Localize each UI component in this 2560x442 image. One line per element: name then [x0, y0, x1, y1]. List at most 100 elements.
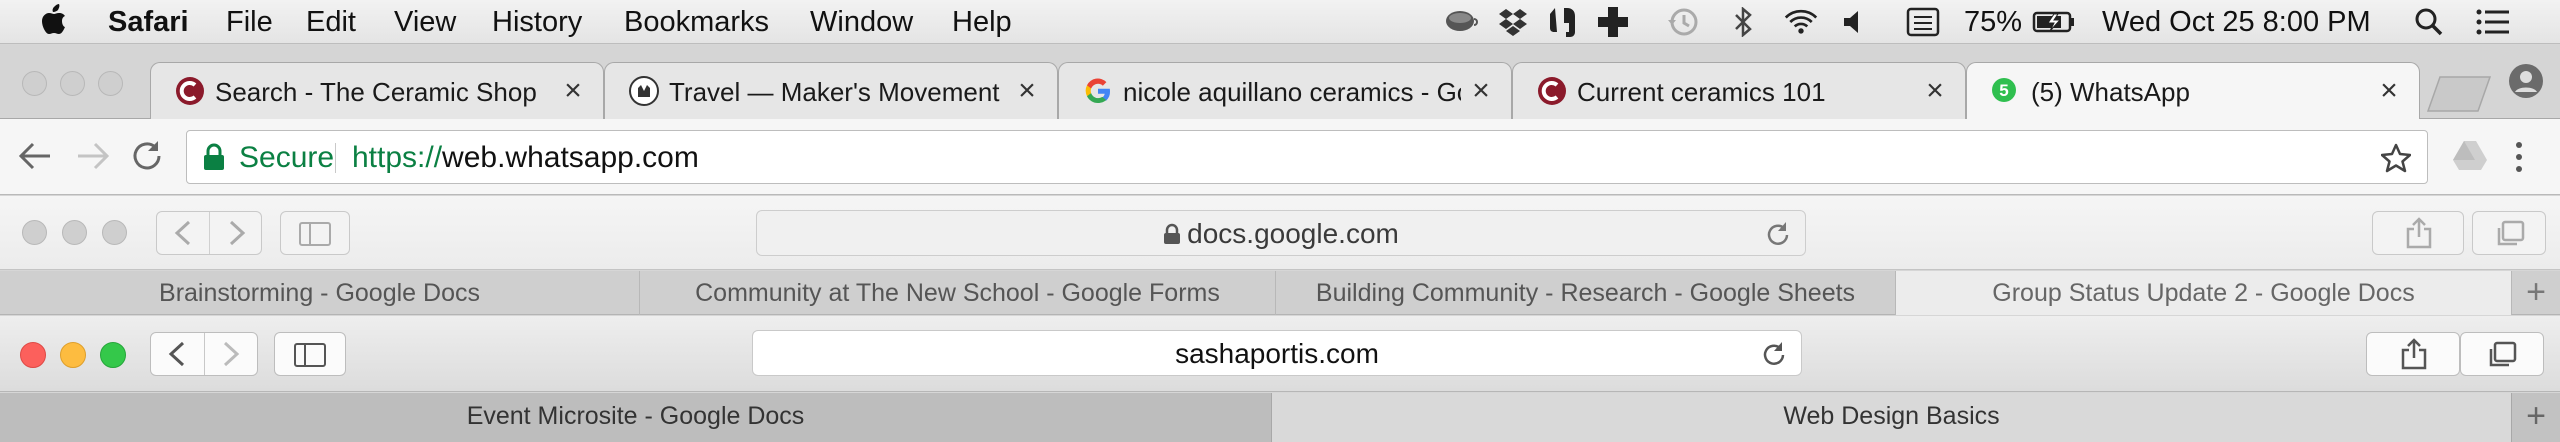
share-icon [2400, 338, 2428, 370]
ceramic-shop-icon [175, 76, 205, 106]
menu-window[interactable]: Window [810, 5, 913, 39]
back-chevron-icon[interactable] [173, 220, 193, 246]
safari-front-tab-bar: Event Microsite - Google Docs Web Design… [0, 393, 2560, 442]
safari-tab-active[interactable]: Group Status Update 2 - Google Docs [1896, 271, 2512, 315]
time-machine-icon[interactable] [1666, 6, 1700, 38]
new-tab-plus-icon[interactable]: + [2512, 395, 2560, 439]
safari-tab[interactable]: Brainstorming - Google Docs [0, 271, 640, 315]
nav-divider [209, 212, 210, 254]
chrome-tab-title: Travel — Maker's Movement [669, 77, 1000, 107]
new-tab-plus-icon[interactable]: + [2512, 271, 2560, 315]
chrome-tab-whatsapp[interactable]: 5 (5) WhatsApp × [1966, 62, 2420, 120]
nav-divider [204, 333, 205, 375]
safari-back-tab-bar: Brainstorming - Google Docs Community at… [0, 271, 2560, 315]
menu-bookmarks[interactable]: Bookmarks [624, 5, 769, 39]
safari-back-address-bar[interactable]: docs.google.com [756, 210, 1806, 256]
safari-tab[interactable]: Building Community - Research - Google S… [1276, 271, 1896, 315]
sidebar-icon [299, 222, 331, 246]
evernote-icon[interactable] [1546, 6, 1580, 38]
safari-front-minimize-button[interactable] [60, 342, 86, 368]
keyboard-icon[interactable] [1906, 6, 1940, 38]
new-tab-button[interactable] [2426, 73, 2492, 113]
google-icon [1083, 76, 1113, 106]
chrome-toolbar: Secure https://web.whatsapp.com [0, 119, 2560, 195]
volume-icon[interactable] [1838, 6, 1872, 38]
menu-help[interactable]: Help [952, 5, 1012, 39]
chrome-minimize-button[interactable] [60, 71, 85, 96]
back-chevron-icon[interactable] [167, 341, 187, 367]
close-icon[interactable]: × [2375, 76, 2403, 106]
share-button[interactable] [2372, 211, 2464, 255]
ceramic-shop-icon [1537, 76, 1567, 106]
safari-front-close-button[interactable] [20, 342, 46, 368]
profile-avatar-icon[interactable] [2508, 63, 2544, 99]
svg-text:5: 5 [1999, 81, 2008, 100]
chrome-tab-google-search[interactable]: nicole aquillano ceramics - Go × [1058, 62, 1512, 119]
back-arrow-icon[interactable] [18, 141, 52, 171]
chrome-tab-ceramics-101[interactable]: Current ceramics 101 × [1512, 62, 1966, 119]
safari-tab[interactable]: Event Microsite - Google Docs [0, 393, 1272, 442]
omnibox[interactable]: Secure https://web.whatsapp.com [186, 130, 2428, 184]
menubar-clock[interactable]: Wed Oct 25 8:00 PM [2102, 5, 2371, 39]
plus-icon[interactable] [1596, 6, 1630, 38]
safari-back-close-button[interactable] [22, 220, 47, 245]
chrome-close-button[interactable] [22, 71, 47, 96]
bluetooth-icon[interactable] [1726, 6, 1760, 38]
google-drive-extension-icon[interactable] [2452, 139, 2488, 171]
notification-center-icon[interactable] [2476, 6, 2510, 38]
url-scheme: https:// [352, 141, 443, 174]
forward-chevron-icon[interactable] [221, 341, 241, 367]
bookmark-star-icon[interactable] [2381, 143, 2411, 173]
safari-front-toolbar: sashaportis.com [0, 316, 2560, 392]
safari-back-zoom-button[interactable] [102, 220, 127, 245]
close-icon[interactable]: × [1921, 76, 1949, 106]
chrome-tab-title: (5) WhatsApp [2031, 77, 2190, 107]
reload-icon[interactable] [1765, 220, 1791, 248]
menu-edit[interactable]: Edit [306, 5, 356, 39]
dropbox-icon[interactable] [1496, 6, 1530, 38]
omnibox-url[interactable]: https://web.whatsapp.com [352, 141, 699, 175]
close-icon[interactable]: × [1013, 76, 1041, 106]
safari-front-address-bar[interactable]: sashaportis.com [752, 330, 1802, 376]
chrome-tab-ceramic-shop[interactable]: Search - The Ceramic Shop × [150, 62, 604, 119]
battery-icon[interactable] [2032, 6, 2076, 38]
menu-file[interactable]: File [226, 5, 273, 39]
chrome-tab-title: Search - The Ceramic Shop [215, 77, 537, 107]
battery-percent[interactable]: 75% [1964, 5, 2022, 39]
apple-icon[interactable] [36, 4, 70, 36]
reload-icon[interactable] [1761, 340, 1787, 368]
sidebar-toggle-button[interactable] [274, 332, 346, 376]
safari-back-nav-group [156, 211, 262, 255]
menu-history[interactable]: History [492, 5, 582, 39]
lock-icon[interactable] [203, 143, 225, 171]
spotlight-search-icon[interactable] [2412, 6, 2446, 38]
chrome-tab-makers-movement[interactable]: Travel — Maker's Movement × [604, 62, 1058, 119]
menu-app-name[interactable]: Safari [108, 5, 189, 39]
close-icon[interactable]: × [1467, 76, 1495, 106]
chrome-zoom-button[interactable] [98, 71, 123, 96]
chrome-menu-icon[interactable] [2514, 141, 2524, 173]
safari-tab-active[interactable]: Web Design Basics [1272, 393, 2512, 442]
tabs-icon [2487, 341, 2517, 369]
menu-view[interactable]: View [394, 5, 456, 39]
reload-icon[interactable] [130, 139, 164, 173]
share-button[interactable] [2366, 332, 2460, 376]
safari-tab[interactable]: Community at The New School - Google For… [640, 271, 1276, 315]
tab-overview-button[interactable] [2472, 211, 2546, 255]
forward-arrow-icon[interactable] [76, 141, 110, 171]
address-field[interactable]: docs.google.com [757, 217, 1805, 251]
chrome-tab-title: Current ceramics 101 [1577, 77, 1826, 107]
tab-overview-button[interactable] [2460, 332, 2544, 376]
forward-chevron-icon[interactable] [227, 220, 247, 246]
close-icon[interactable]: × [559, 76, 587, 106]
safari-front-zoom-button[interactable] [100, 342, 126, 368]
safari-back-minimize-button[interactable] [62, 220, 87, 245]
address-text[interactable]: sashaportis.com [753, 337, 1801, 371]
url-host: web.whatsapp.com [442, 141, 699, 174]
sidebar-toggle-button[interactable] [280, 211, 350, 255]
secure-label: Secure [239, 141, 335, 174]
sidebar-icon [294, 343, 326, 367]
makers-movement-icon [629, 76, 659, 106]
cup-icon[interactable] [1444, 6, 1478, 38]
wifi-icon[interactable] [1784, 6, 1818, 38]
